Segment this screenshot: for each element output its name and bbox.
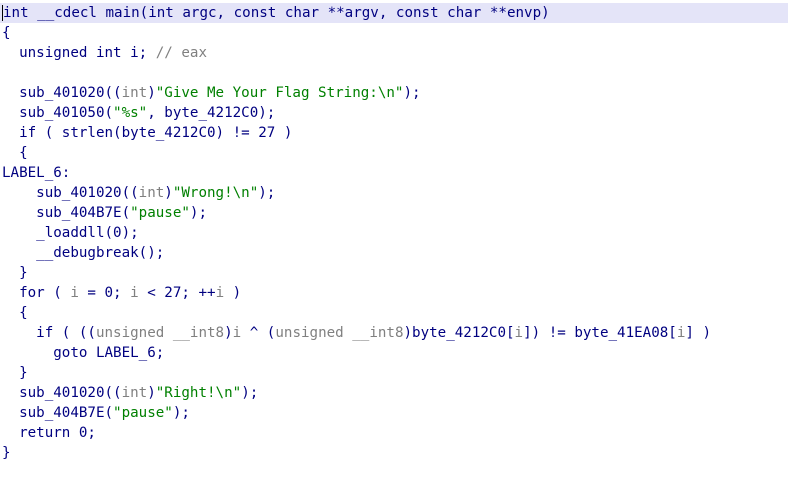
code-token: for ( [2, 285, 71, 301]
code-token: } [2, 265, 28, 281]
code-line[interactable]: sub_401050("%s", byte_4212C0); [2, 103, 786, 123]
code-token: ) [224, 325, 233, 341]
code-token: )byte_4212C0[ [403, 325, 515, 341]
comment-or-type-token: unsigned __int8 [95, 325, 225, 341]
code-line[interactable]: sub_401020((int)"Wrong!\n"); [2, 183, 786, 203]
code-token: sub_401020(( [2, 185, 139, 201]
code-token: < 27; ++ [138, 285, 216, 301]
code-token: ); [189, 205, 208, 221]
comment-or-type-token: int [138, 185, 165, 201]
code-token: ) [164, 185, 173, 201]
code-token: LABEL_6: [2, 165, 71, 181]
comment-or-type-token: i [215, 285, 225, 301]
comment-or-type-token: // eax [155, 45, 207, 61]
code-token: __debugbreak(); [2, 245, 165, 261]
code-token: sub_404B7E( [2, 205, 131, 221]
code-token: _loaddll(0); [2, 225, 139, 241]
code-token: sub_404B7E( [2, 405, 114, 421]
code-token: sub_401050( [2, 105, 114, 121]
code-line[interactable]: sub_401020((int)"Give Me Your Flag Strin… [2, 83, 786, 103]
code-line[interactable] [2, 63, 786, 83]
comment-or-type-token: i [130, 285, 139, 301]
code-token: sub_401020(( [2, 385, 122, 401]
code-token: goto LABEL_6; [2, 345, 165, 361]
code-line[interactable]: unsigned int i; // eax [2, 43, 786, 63]
code-token: ); [403, 85, 421, 101]
code-token: , byte_4212C0); [147, 105, 276, 121]
code-token: { [2, 145, 28, 161]
code-line[interactable]: sub_404B7E("pause"); [2, 203, 786, 223]
code-token: ] ) [685, 325, 711, 341]
code-line[interactable]: return 0; [2, 423, 786, 443]
code-line[interactable]: goto LABEL_6; [2, 343, 786, 363]
code-line[interactable]: if ( strlen(byte_4212C0) != 27 ) [2, 123, 786, 143]
comment-or-type-token: int [121, 385, 148, 401]
code-token: if ( strlen(byte_4212C0) != 27 ) [2, 125, 293, 141]
code-token: ); [172, 405, 190, 421]
comment-or-type-token: i [514, 325, 524, 341]
code-line[interactable]: sub_401020((int)"Right!\n"); [2, 383, 786, 403]
code-token: int __cdecl main(int argc, const char **… [3, 5, 550, 21]
code-token: ); [258, 185, 276, 201]
pseudocode-view[interactable]: int __cdecl main(int argc, const char **… [0, 3, 788, 463]
code-line-current[interactable]: int __cdecl main(int argc, const char **… [0, 3, 788, 23]
code-token: return 0; [2, 425, 96, 441]
code-line[interactable]: sub_404B7E("pause"); [2, 403, 786, 423]
code-token: ) [147, 385, 156, 401]
code-line[interactable]: LABEL_6: [2, 163, 786, 183]
string-literal: "%s" [113, 105, 148, 121]
comment-or-type-token: int [121, 85, 148, 101]
code-line[interactable]: { [2, 143, 786, 163]
code-token: ) [147, 85, 156, 101]
code-token: ]) != byte_41EA08[ [523, 325, 677, 341]
code-line[interactable]: } [2, 443, 786, 463]
string-literal: "pause" [113, 405, 173, 421]
string-literal: "Wrong!\n" [172, 185, 259, 201]
code-token: } [2, 365, 28, 381]
code-line[interactable]: __debugbreak(); [2, 243, 786, 263]
code-line[interactable]: _loaddll(0); [2, 223, 786, 243]
code-line[interactable]: } [2, 363, 786, 383]
code-line[interactable]: for ( i = 0; i < 27; ++i ) [2, 283, 786, 303]
string-literal: "Right!\n" [155, 385, 242, 401]
code-token: ); [241, 385, 259, 401]
string-literal: "Give Me Your Flag String:\n" [155, 85, 404, 101]
comment-or-type-token: unsigned __int8 [275, 325, 404, 341]
code-token: ^ ( [241, 325, 276, 341]
code-token: if ( (( [2, 325, 96, 341]
code-token: unsigned int i; [2, 45, 156, 61]
code-token: } [2, 445, 11, 461]
comment-or-type-token: i [232, 325, 242, 341]
code-token: ) [224, 285, 242, 301]
code-line[interactable]: if ( ((unsigned __int8)i ^ (unsigned __i… [2, 323, 786, 343]
code-token: = 0; [78, 285, 131, 301]
code-line[interactable]: { [2, 23, 786, 43]
code-line[interactable]: } [2, 263, 786, 283]
code-token: sub_401020(( [2, 85, 122, 101]
code-token: { [2, 25, 11, 41]
code-token: { [2, 305, 28, 321]
code-line[interactable]: { [2, 303, 786, 323]
string-literal: "pause" [130, 205, 190, 221]
comment-or-type-token: i [70, 285, 79, 301]
